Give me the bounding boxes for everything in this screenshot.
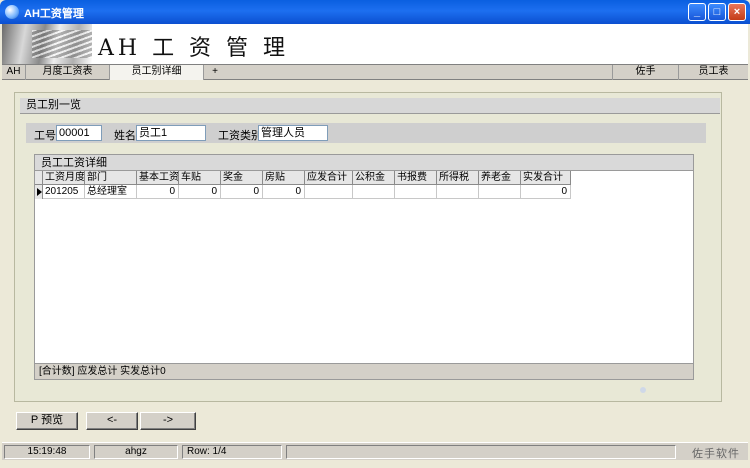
column-header[interactable]: 应发合计 — [305, 171, 353, 185]
current-row-icon — [37, 188, 42, 196]
brand-label: 佐手软件 — [692, 448, 740, 460]
tab-employee-table[interactable]: 员工表 — [678, 65, 748, 80]
app-icon — [5, 5, 19, 19]
cell-month: 201205 — [43, 185, 85, 199]
banner-title: AH 工 资 管 理 — [98, 36, 290, 61]
row-indicator — [35, 185, 43, 199]
cell-base-salary: 0 — [137, 185, 179, 199]
column-header[interactable]: 所得税 — [437, 171, 479, 185]
app-banner: AH 工 资 管 理 — [2, 24, 748, 64]
cell-housing-fund — [353, 185, 395, 199]
resize-handle[interactable] — [640, 387, 646, 393]
column-header[interactable]: 书报费 — [395, 171, 437, 185]
column-header[interactable]: 车贴 — [179, 171, 221, 185]
grid-corner — [35, 171, 43, 185]
salary-type-field[interactable]: 管理人员 — [258, 125, 328, 141]
totals-footer: [合计数] 应发总计 实发总计0 — [35, 363, 693, 379]
cell-net-total: 0 — [521, 185, 571, 199]
banner-graphic-stripes — [32, 30, 92, 58]
column-header[interactable]: 房贴 — [263, 171, 305, 185]
status-user: ahgz — [94, 445, 178, 459]
tab-ah[interactable]: AH — [2, 65, 26, 80]
panel-title: 员工别一览 — [20, 98, 720, 114]
cell-pension — [479, 185, 521, 199]
employee-id-field[interactable]: 00001 — [56, 125, 102, 141]
prev-button[interactable]: <- — [86, 412, 138, 430]
cell-book-fee — [395, 185, 437, 199]
column-header[interactable]: 部门 — [85, 171, 137, 185]
employee-name-label: 姓名 — [114, 130, 136, 142]
column-header[interactable]: 工资月度 — [43, 171, 85, 185]
maximize-button[interactable]: □ — [708, 3, 726, 21]
status-bar: 15:19:48 ahgz Row: 1/4 佐手软件 — [2, 442, 748, 460]
cell-housing-allowance: 0 — [263, 185, 305, 199]
title-bar: AH工资管理 _ □ × — [0, 0, 750, 24]
column-header[interactable]: 奖金 — [221, 171, 263, 185]
column-header[interactable]: 公积金 — [353, 171, 395, 185]
cell-department: 总经理室 — [85, 185, 137, 199]
cell-gross-total — [305, 185, 353, 199]
column-header[interactable]: 养老金 — [479, 171, 521, 185]
window-title: AH工资管理 — [24, 8, 84, 20]
minimize-button[interactable]: _ — [688, 3, 706, 21]
status-row: Row: 1/4 — [182, 445, 282, 459]
tab-assistant[interactable]: 佐手 — [612, 65, 678, 80]
column-header[interactable]: 基本工资 — [137, 171, 179, 185]
cell-bonus: 0 — [221, 185, 263, 199]
salary-type-label: 工资类别 — [218, 130, 262, 142]
tab-add-button[interactable]: + — [204, 65, 226, 80]
column-header[interactable]: 实发合计 — [521, 171, 571, 185]
detail-title: 员工工资详细 — [35, 155, 693, 171]
close-button[interactable]: × — [728, 3, 746, 21]
tab-bar: AH 月度工资表 员工别详细 + 佐手 员工表 — [2, 64, 748, 80]
tab-employee-detail[interactable]: 员工别详细 — [110, 65, 204, 80]
cell-income-tax — [437, 185, 479, 199]
employee-name-field[interactable]: 员工1 — [136, 125, 206, 141]
next-button[interactable]: -> — [140, 412, 196, 430]
salary-detail-panel: 员工工资详细 工资月度 部门 基本工资 车贴 奖金 房贴 应发合计 公积金 书报… — [34, 154, 694, 380]
preview-button[interactable]: P 预览 — [16, 412, 78, 430]
tab-monthly-salary[interactable]: 月度工资表 — [26, 65, 110, 80]
status-time: 15:19:48 — [4, 445, 90, 459]
status-message — [286, 445, 676, 459]
cell-car-allowance: 0 — [179, 185, 221, 199]
employee-id-label: 工号 — [34, 130, 56, 142]
filter-row: 工号 00001 姓名 员工1 工资类别 管理人员 — [26, 123, 706, 143]
